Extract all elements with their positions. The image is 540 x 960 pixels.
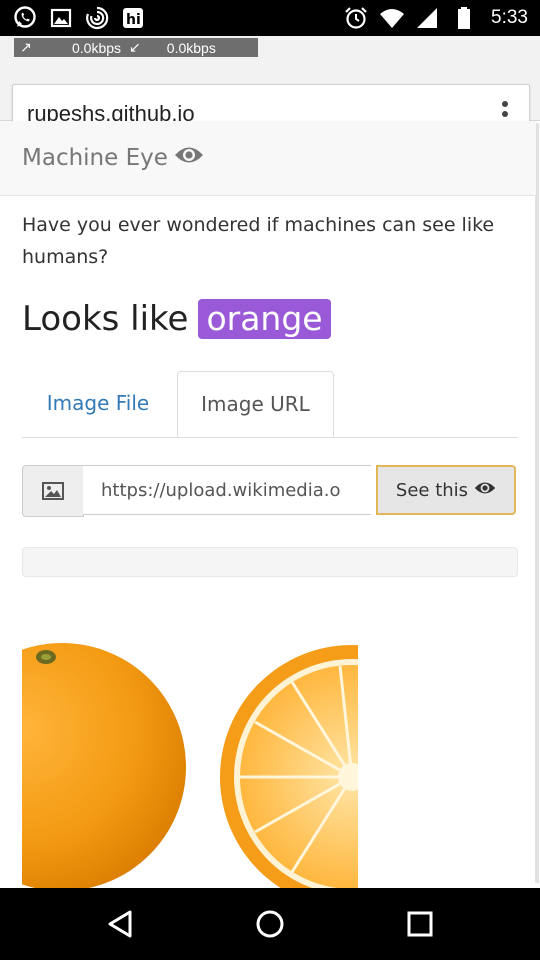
network-speed-overlay: ↗ 0.0kbps ↙ 0.0kbps (14, 38, 258, 57)
battery-icon (458, 7, 471, 29)
back-icon[interactable] (102, 906, 138, 942)
web-page: Machine Eye Have you ever wondered if ma… (0, 121, 540, 888)
upload-speed: 0.0kbps (72, 39, 122, 56)
picture-icon (42, 482, 64, 500)
signal-icon (417, 8, 438, 28)
source-tabs: Image File Image URL (22, 371, 518, 438)
page-scrollbar[interactable] (535, 123, 539, 883)
upload-arrow-icon: ↗ (20, 39, 32, 55)
site-navbar: Machine Eye (0, 121, 536, 196)
intro-text: Have you ever wondered if machines can s… (22, 214, 495, 268)
clock: 5:33 (491, 7, 528, 28)
eye-icon (174, 147, 203, 163)
image-url-input[interactable] (83, 465, 371, 515)
prediction-result: Looks like orange (22, 299, 331, 339)
see-this-label: See this (395, 479, 469, 501)
system-nav-bar (0, 888, 540, 960)
url-input-group: See this (22, 465, 518, 517)
home-icon[interactable] (252, 906, 288, 942)
tab-image-file[interactable]: Image File (22, 371, 174, 435)
eye-icon (474, 482, 496, 494)
spiral-app-icon (86, 6, 109, 30)
recents-icon[interactable] (402, 906, 438, 942)
wifi-icon (380, 9, 405, 28)
progress-bar (22, 547, 518, 577)
image-addon (22, 465, 84, 517)
result-prefix: Looks like (22, 299, 189, 339)
download-speed: 0.0kbps (166, 39, 216, 56)
download-arrow-icon: ↙ (129, 39, 141, 55)
site-brand[interactable]: Machine Eye (22, 145, 204, 171)
hike-app-icon: hi (123, 8, 143, 28)
prediction-label: orange (198, 299, 331, 339)
alarm-icon (345, 7, 367, 29)
see-this-button[interactable]: See this (376, 465, 516, 515)
svg-text:hi: hi (126, 12, 141, 28)
status-bar: hi 5:33 (0, 0, 540, 36)
tab-image-url[interactable]: Image URL (177, 371, 334, 437)
gallery-icon (50, 8, 72, 28)
brand-name[interactable]: Machine Eye (22, 145, 168, 171)
whatsapp-icon (14, 6, 36, 28)
preview-image (22, 627, 358, 888)
